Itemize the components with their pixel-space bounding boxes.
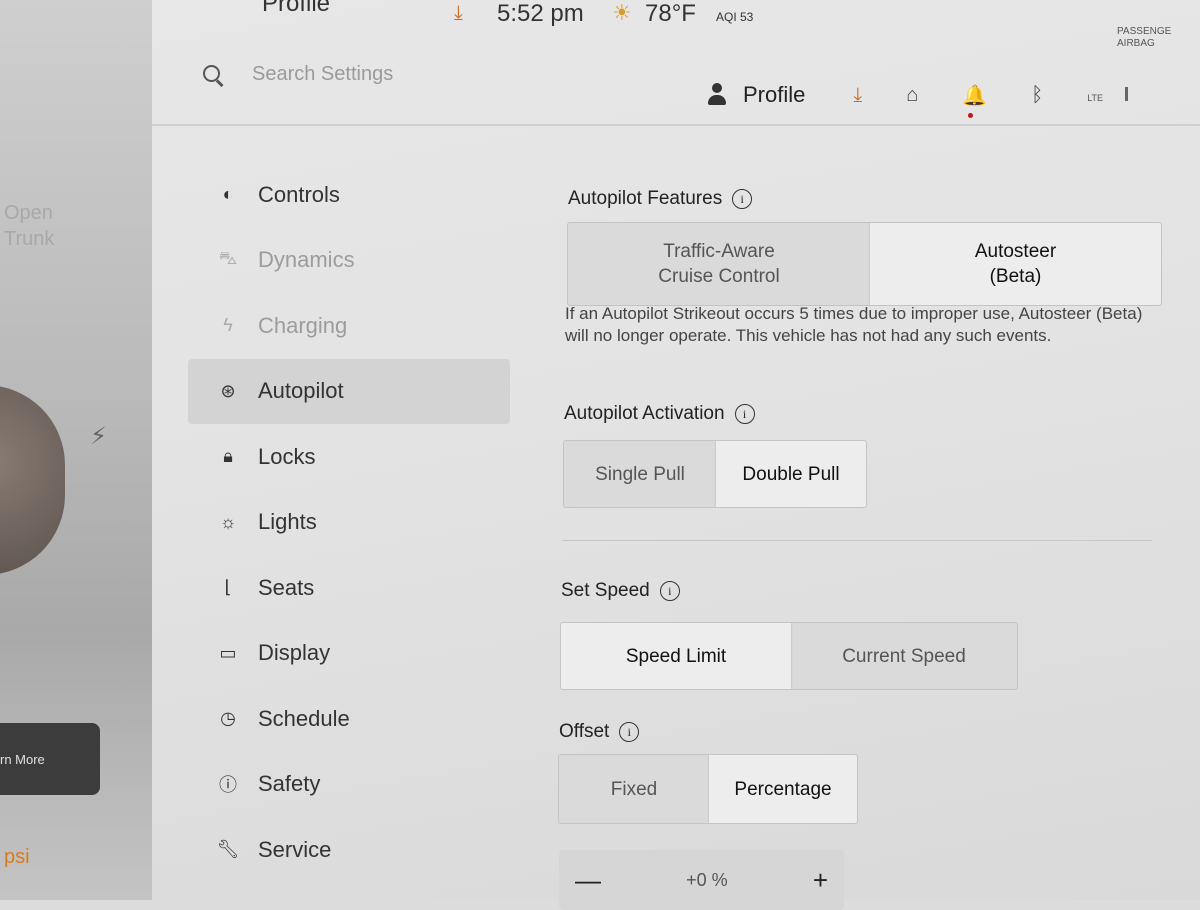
sidebar-item-display[interactable]: ▭ Display xyxy=(194,621,510,687)
profile-icon[interactable] xyxy=(707,83,727,107)
garage-icon[interactable]: ⌂ xyxy=(906,84,918,107)
sidebar-item-label: Seats xyxy=(258,574,315,600)
seat-icon: ⌊ xyxy=(224,577,232,598)
steering-wheel-icon: ⊛ xyxy=(220,380,236,401)
top-icon-bar: Profile ⤓ ⌂ 🔔 ᛒ LTE xyxy=(707,82,1172,118)
sidebar-item-dynamics[interactable]: ⛍ Dynamics xyxy=(194,228,510,294)
sidebar-item-label: Safety xyxy=(258,771,321,797)
info-icon[interactable]: i xyxy=(732,189,753,209)
sidebar-item-label: Schedule xyxy=(258,705,350,731)
car-image xyxy=(0,385,65,575)
status-profile[interactable]: Profile xyxy=(262,0,330,18)
sun-icon: ☀ xyxy=(612,0,632,25)
set-speed-title: Set Speed xyxy=(561,580,650,601)
airbag-line2: AIRBAG xyxy=(1117,38,1155,49)
notification-bell-icon[interactable]: 🔔 xyxy=(962,83,987,118)
car-icon: ⛍ xyxy=(218,248,238,269)
offset-heading: Offset i xyxy=(559,721,640,743)
passenger-airbag-indicator: PASSENGE AIRBAG xyxy=(1117,26,1171,50)
autopilot-activation-heading: Autopilot Activation i xyxy=(564,403,755,425)
toggle-icon: ◐ xyxy=(222,184,234,205)
charge-port-bolt-icon[interactable]: ⚡ xyxy=(90,422,107,451)
sidebar-item-controls[interactable]: ◐ Controls xyxy=(194,162,510,228)
offset-increase-button[interactable]: + xyxy=(813,865,828,896)
lte-signal-icon: LTE xyxy=(1087,84,1129,107)
sun-icon: ☼ xyxy=(219,511,237,532)
strikeout-note: If an Autopilot Strikeout occurs 5 times… xyxy=(565,304,1143,345)
search-input[interactable] xyxy=(250,62,554,87)
profile-button[interactable]: Profile xyxy=(743,82,805,108)
bluetooth-icon[interactable]: ᛒ xyxy=(1031,84,1043,107)
air-quality-index: AQI 53 xyxy=(716,10,754,24)
autopilot-features-title: Autopilot Features xyxy=(568,188,723,209)
airbag-line1: PASSENGE xyxy=(1117,26,1172,37)
status-bar: Profile ⤓ 5:52 pm ☀ 78°F AQI 53 PASSENGE… xyxy=(152,0,1200,49)
lte-label: LTE xyxy=(1087,92,1104,103)
section-divider xyxy=(562,540,1152,541)
bolt-icon: ϟ xyxy=(223,315,233,336)
learn-more-button[interactable]: rn More xyxy=(0,723,100,795)
open-trunk-button[interactable]: Open Trunk xyxy=(4,200,54,252)
offset-decrease-button[interactable]: — xyxy=(575,865,601,896)
signal-bars-icon xyxy=(1105,86,1129,101)
sidebar-item-autopilot[interactable]: ⊛ Autopilot xyxy=(188,358,510,424)
sidebar-item-label: Service xyxy=(258,836,332,862)
info-icon[interactable]: i xyxy=(734,404,755,424)
info-icon[interactable]: i xyxy=(659,581,680,601)
sidebar-item-service[interactable]: 🔧︎ Service xyxy=(194,817,510,883)
offset-stepper: — +0 % + xyxy=(559,850,844,910)
autopilot-features-heading: Autopilot Features i xyxy=(568,188,753,210)
tire-pressure-unit: psi xyxy=(4,846,30,868)
car-visualization-panel: Open Trunk ⚡ rn More psi xyxy=(0,0,152,900)
autosteer-beta-option[interactable]: Autosteer (Beta) xyxy=(870,223,1161,305)
sidebar-item-label: Display xyxy=(258,640,331,666)
set-speed-heading: Set Speed i xyxy=(561,580,680,602)
offset-title: Offset xyxy=(559,721,610,742)
clock-time: 5:52 pm xyxy=(497,0,584,27)
software-download-icon[interactable]: ⤓ xyxy=(853,84,862,107)
sidebar-item-label: Charging xyxy=(258,312,348,338)
sidebar-item-label: Dynamics xyxy=(258,247,355,273)
single-pull-option[interactable]: Single Pull xyxy=(564,441,716,507)
offset-type-selector: Fixed Percentage xyxy=(558,754,858,824)
sidebar-item-schedule[interactable]: ◷ Schedule xyxy=(194,686,510,752)
speed-limit-option[interactable]: Speed Limit xyxy=(561,623,791,689)
sidebar-item-label: Locks xyxy=(258,443,316,469)
sidebar-item-charging[interactable]: ϟ Charging xyxy=(194,293,510,359)
sidebar-item-label: Lights xyxy=(258,509,317,535)
double-pull-option[interactable]: Double Pull xyxy=(716,441,866,507)
alert-icon: ⓘ xyxy=(219,775,237,796)
current-speed-option[interactable]: Current Speed xyxy=(791,623,1017,689)
autopilot-features-selector: Traffic-Aware Cruise Control Autosteer (… xyxy=(567,222,1162,306)
header-divider xyxy=(152,124,1200,126)
search-icon xyxy=(202,64,224,86)
sidebar-item-locks[interactable]: 🔒︎ Locks xyxy=(194,424,510,490)
sidebar-item-lights[interactable]: ☼ Lights xyxy=(194,490,510,556)
sidebar-item-safety[interactable]: ⓘ Safety xyxy=(194,752,510,818)
offset-value: +0 % xyxy=(686,869,728,890)
fixed-option[interactable]: Fixed xyxy=(559,755,709,823)
open-trunk-label-line2: Trunk xyxy=(4,228,55,250)
sidebar-item-seats[interactable]: ⌊ Seats xyxy=(194,555,510,621)
settings-sidebar: ◐ Controls ⛍ Dynamics ϟ Charging ⊛ Autop… xyxy=(188,162,510,883)
clock-icon: ◷ xyxy=(220,708,236,729)
info-icon[interactable]: i xyxy=(619,722,640,742)
search-bar[interactable] xyxy=(202,62,554,87)
traffic-aware-cruise-control-option[interactable]: Traffic-Aware Cruise Control xyxy=(568,223,870,305)
display-icon: ▭ xyxy=(219,642,237,663)
sidebar-item-label: Autopilot xyxy=(258,378,344,404)
outside-temperature: 78°F xyxy=(645,0,696,27)
download-icon[interactable]: ⤓ xyxy=(454,2,463,25)
lock-icon: 🔒︎ xyxy=(223,446,233,467)
open-trunk-label-line1: Open xyxy=(4,202,53,224)
settings-screen: Profile ⤓ 5:52 pm ☀ 78°F AQI 53 PASSENGE… xyxy=(152,0,1200,910)
wrench-icon: 🔧︎ xyxy=(216,839,240,860)
set-speed-selector: Speed Limit Current Speed xyxy=(560,622,1018,690)
sidebar-item-label: Controls xyxy=(258,181,340,207)
autopilot-activation-title: Autopilot Activation xyxy=(564,403,725,424)
autopilot-activation-selector: Single Pull Double Pull xyxy=(563,440,867,508)
percentage-option[interactable]: Percentage xyxy=(709,755,857,823)
